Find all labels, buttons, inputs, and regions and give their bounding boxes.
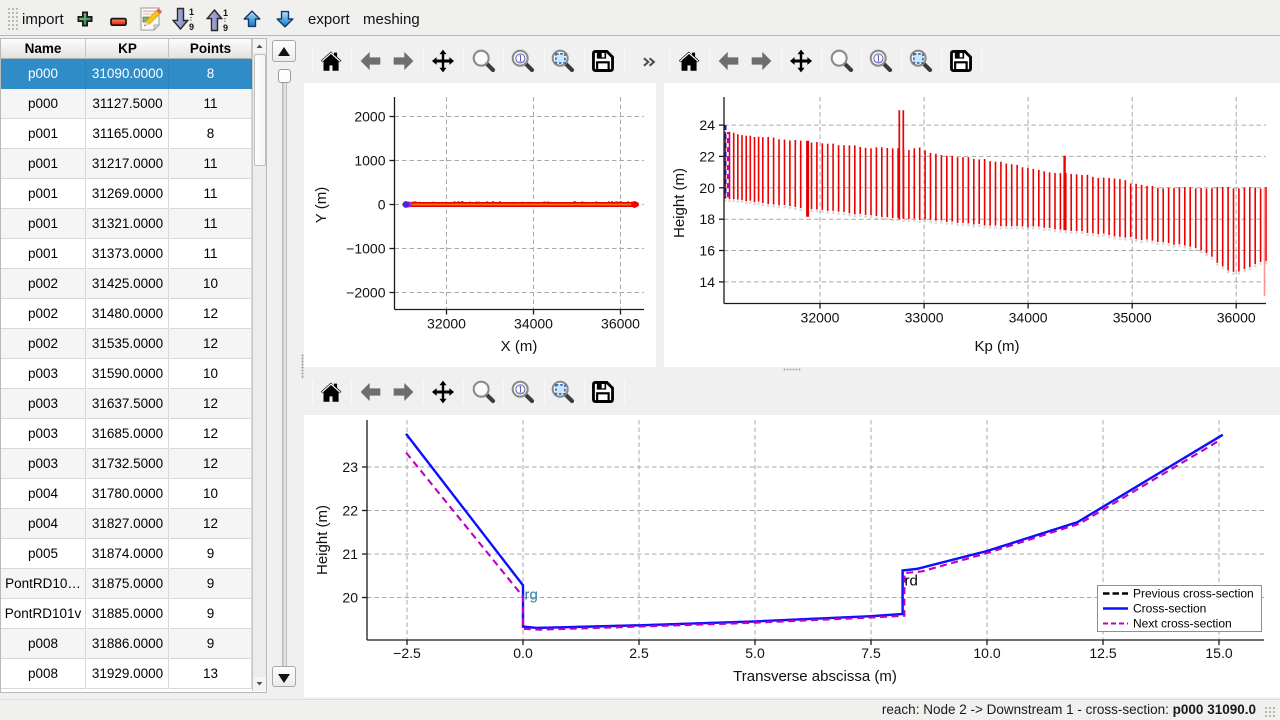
svg-text:32000: 32000: [427, 316, 466, 332]
svg-text:Transverse abscissa (m): Transverse abscissa (m): [733, 668, 897, 685]
svg-text:32000: 32000: [801, 310, 840, 326]
svg-text:9: 9: [189, 22, 194, 32]
svg-text:22: 22: [342, 503, 358, 519]
svg-text:Previous cross-section: Previous cross-section: [1133, 587, 1254, 601]
svg-text:−2000: −2000: [346, 285, 386, 301]
svg-text:Height (m): Height (m): [314, 505, 331, 575]
svg-text:36000: 36000: [1217, 310, 1256, 326]
svg-text:10.0: 10.0: [973, 645, 1000, 661]
svg-text:Kp (m): Kp (m): [975, 338, 1020, 355]
svg-text:rg: rg: [525, 587, 538, 604]
svg-text:1: 1: [518, 385, 523, 395]
svg-text:1: 1: [189, 7, 194, 17]
svg-text:16: 16: [699, 243, 715, 259]
svg-text:X (m): X (m): [501, 338, 538, 355]
svg-text:14: 14: [699, 274, 715, 290]
svg-text:18: 18: [699, 211, 715, 227]
svg-text:Height (m): Height (m): [671, 168, 688, 238]
svg-text:1: 1: [223, 8, 228, 18]
svg-text:−2.5: −2.5: [393, 645, 421, 661]
svg-text:12.5: 12.5: [1089, 645, 1116, 661]
svg-text:15.0: 15.0: [1205, 645, 1232, 661]
svg-text:2.5: 2.5: [629, 645, 649, 661]
svg-text:7.5: 7.5: [861, 645, 881, 661]
svg-text:34000: 34000: [514, 316, 553, 332]
svg-text:36000: 36000: [601, 316, 640, 332]
svg-text:Y (m): Y (m): [313, 187, 330, 223]
svg-text:1000: 1000: [354, 153, 385, 169]
svg-text:−1000: −1000: [346, 241, 386, 257]
svg-text:21: 21: [342, 546, 358, 562]
svg-text:2000: 2000: [354, 109, 385, 125]
svg-text:Cross-section: Cross-section: [1133, 602, 1206, 616]
svg-text:1: 1: [876, 54, 881, 64]
svg-text:35000: 35000: [1113, 310, 1152, 326]
svg-text:Next cross-section: Next cross-section: [1133, 617, 1232, 631]
svg-text:9: 9: [223, 23, 228, 32]
svg-text:33000: 33000: [905, 310, 944, 326]
svg-text:0: 0: [378, 197, 386, 213]
svg-text:23: 23: [342, 459, 358, 475]
svg-text:34000: 34000: [1009, 310, 1048, 326]
svg-text:rd: rd: [905, 573, 918, 590]
svg-text:24: 24: [699, 117, 715, 133]
svg-text:20: 20: [342, 590, 358, 606]
svg-text:20: 20: [699, 180, 715, 196]
svg-text:1: 1: [518, 54, 523, 64]
svg-text:22: 22: [699, 148, 715, 164]
svg-text:5.0: 5.0: [745, 645, 765, 661]
svg-text:0.0: 0.0: [513, 645, 533, 661]
